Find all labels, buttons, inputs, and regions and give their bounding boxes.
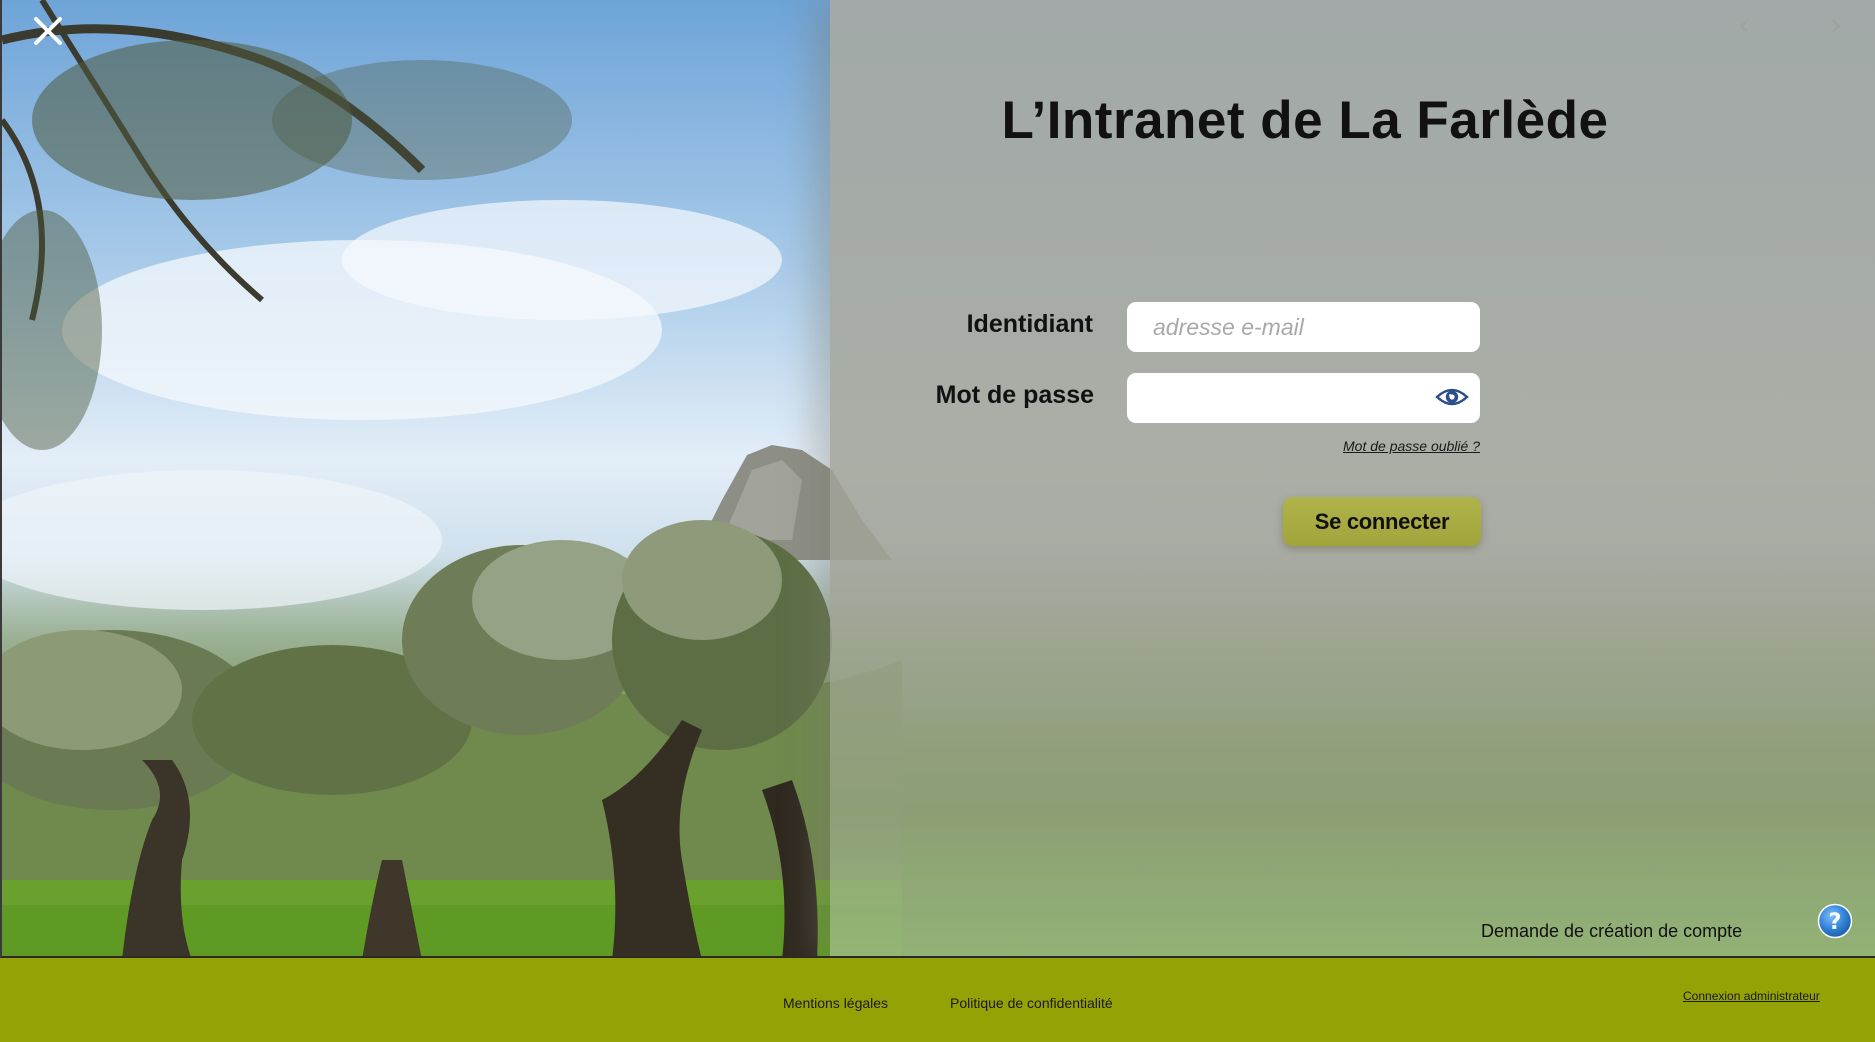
admin-login-link[interactable]: Connexion administrateur — [1683, 989, 1820, 1003]
help-icon[interactable]: ? — [1817, 903, 1853, 939]
legal-notice-link[interactable]: Mentions légales — [783, 995, 888, 1011]
identifier-label: Identidiant — [966, 310, 1093, 338]
create-account-link[interactable]: Demande de création de compte — [1481, 921, 1742, 942]
login-button[interactable]: Se connecter — [1283, 497, 1481, 546]
svg-text:?: ? — [1829, 910, 1842, 935]
chevron-left-icon[interactable]: ‹ — [1738, 8, 1750, 43]
chevron-right-icon[interactable]: › — [1830, 8, 1842, 43]
privacy-policy-link[interactable]: Politique de confidentialité — [950, 995, 1113, 1011]
password-label: Mot de passe — [935, 381, 1094, 409]
password-field[interactable] — [1127, 373, 1480, 423]
email-field[interactable] — [1127, 302, 1480, 352]
footer: Mentions légales Politique de confidenti… — [0, 958, 1875, 1042]
eye-icon[interactable] — [1435, 385, 1469, 409]
forgot-password-link[interactable]: Mot de passe oublié ? — [1250, 438, 1480, 454]
page-title: L’Intranet de La Farlède — [1001, 91, 1609, 150]
close-icon[interactable] — [28, 10, 68, 50]
